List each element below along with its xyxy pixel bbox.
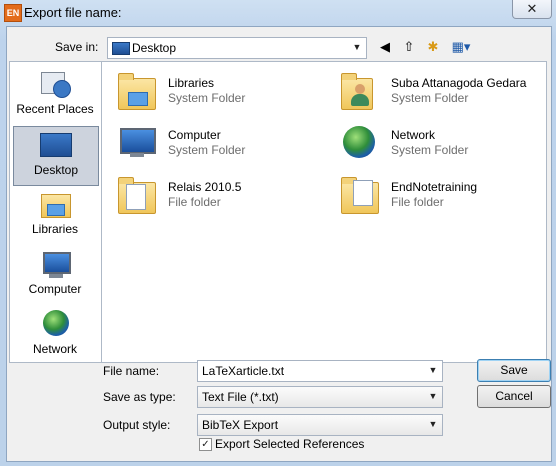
- computer-icon: [112, 122, 160, 164]
- place-desktop[interactable]: Desktop: [13, 126, 99, 186]
- place-computer[interactable]: Computer: [13, 246, 97, 304]
- export-dialog: EN Export file name: ✕ Save in: Desktop …: [0, 0, 556, 466]
- item-type: System Folder: [168, 143, 246, 157]
- save-in-combo[interactable]: Desktop ▼: [107, 37, 367, 59]
- libraries-icon: [39, 190, 71, 218]
- item-name: EndNotetraining: [391, 180, 478, 194]
- item-type: File folder: [391, 195, 444, 209]
- item-type: File folder: [168, 195, 221, 209]
- list-item[interactable]: Network System Folder: [333, 120, 543, 166]
- desktop-icon: [40, 131, 72, 159]
- desktop-icon: [112, 42, 130, 55]
- recent-places-icon: [39, 70, 71, 98]
- item-type: System Folder: [391, 91, 469, 105]
- save-as-type-select[interactable]: Text File (*.txt) ▼: [197, 386, 443, 408]
- chevron-down-icon[interactable]: ▼: [426, 389, 440, 403]
- save-as-type-value: Text File (*.txt): [202, 390, 279, 404]
- views-menu-button[interactable]: ▦▾: [447, 37, 475, 57]
- user-folder-icon: [335, 70, 383, 112]
- folder-icon: [112, 174, 160, 216]
- file-name-label: File name:: [103, 364, 160, 378]
- views-icon: ▦▾: [451, 39, 471, 54]
- item-name: Suba Attanagoda Gedara: [391, 76, 527, 90]
- place-label: Recent Places: [16, 102, 94, 116]
- libraries-folder-icon: [112, 70, 160, 112]
- up-folder-icon: ⇧: [403, 39, 415, 54]
- file-name-input[interactable]: LaTeXarticle.txt ▼: [197, 360, 443, 382]
- back-button[interactable]: ◀: [375, 37, 395, 57]
- list-item[interactable]: Libraries System Folder: [110, 68, 320, 114]
- save-as-type-label: Save as type:: [103, 390, 176, 404]
- list-item[interactable]: Suba Attanagoda Gedara System Folder: [333, 68, 543, 114]
- chevron-down-icon[interactable]: ▼: [426, 363, 440, 377]
- place-network[interactable]: Network: [13, 306, 97, 364]
- output-style-select[interactable]: BibTeX Export ▼: [197, 414, 443, 436]
- dialog-body: Save in: Desktop ▼ ◀ ⇧ ✱ ▦▾ Recent Place…: [6, 26, 552, 462]
- title-bar: EN Export file name: ✕: [0, 0, 556, 26]
- chevron-down-icon[interactable]: ▼: [426, 417, 440, 431]
- place-label: Network: [32, 342, 77, 356]
- file-list: Libraries System Folder Suba Attanagoda …: [101, 61, 547, 363]
- item-name: Libraries: [168, 76, 215, 90]
- place-label: Computer: [28, 282, 82, 296]
- item-name: Network: [391, 128, 436, 142]
- back-icon: ◀: [380, 39, 390, 54]
- folder-icon: [335, 174, 383, 216]
- place-recent-places[interactable]: Recent Places: [13, 66, 97, 124]
- output-style-label: Output style:: [103, 418, 171, 432]
- save-in-label: Save in:: [55, 40, 99, 54]
- place-label: Libraries: [31, 222, 79, 236]
- export-selected-checkbox[interactable]: ✓: [199, 438, 212, 451]
- computer-icon: [39, 250, 71, 278]
- save-in-value: Desktop: [132, 41, 177, 55]
- place-label: Desktop: [33, 163, 79, 177]
- network-icon: [39, 310, 71, 338]
- new-folder-icon: ✱: [427, 39, 439, 54]
- endnote-app-icon: EN: [4, 4, 22, 22]
- chevron-down-icon[interactable]: ▼: [350, 40, 364, 54]
- list-item[interactable]: Computer System Folder: [110, 120, 320, 166]
- item-type: System Folder: [168, 91, 246, 105]
- window-title: Export file name:: [24, 5, 122, 20]
- place-libraries[interactable]: Libraries: [13, 186, 97, 244]
- item-name: Relais 2010.5: [168, 180, 242, 194]
- save-button[interactable]: Save: [477, 359, 551, 382]
- places-bar: Recent Places Desktop Libraries Computer…: [9, 61, 103, 363]
- item-name: Computer: [168, 128, 221, 142]
- close-button[interactable]: ✕: [512, 0, 552, 19]
- file-name-value: LaTeXarticle.txt: [202, 364, 285, 378]
- network-icon: [335, 122, 383, 164]
- export-selected-label[interactable]: Export Selected References: [215, 437, 364, 451]
- up-folder-button[interactable]: ⇧: [399, 37, 419, 57]
- list-item[interactable]: Relais 2010.5 File folder: [110, 172, 320, 218]
- list-item[interactable]: EndNotetraining File folder: [333, 172, 543, 218]
- output-style-value: BibTeX Export: [202, 418, 279, 432]
- new-folder-button[interactable]: ✱: [423, 37, 443, 57]
- cancel-button[interactable]: Cancel: [477, 385, 551, 408]
- item-type: System Folder: [391, 143, 469, 157]
